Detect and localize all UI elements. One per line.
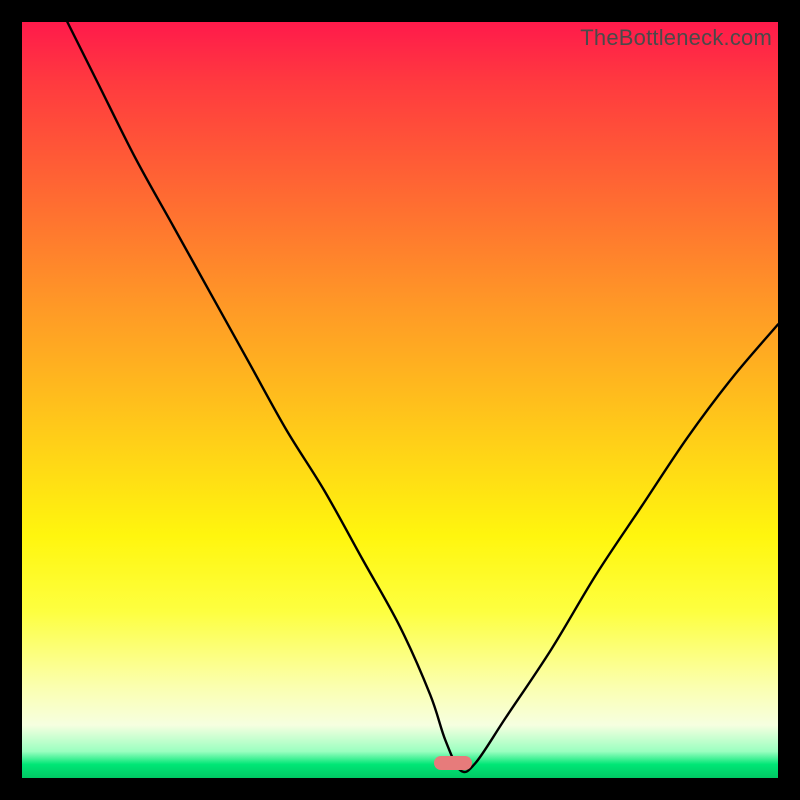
curve-path: [67, 22, 778, 772]
chart-frame: TheBottleneck.com: [22, 22, 778, 778]
watermark-text: TheBottleneck.com: [580, 25, 772, 51]
optimal-marker: [434, 756, 472, 770]
plot-area: TheBottleneck.com: [22, 22, 778, 778]
bottleneck-curve: [22, 22, 778, 778]
